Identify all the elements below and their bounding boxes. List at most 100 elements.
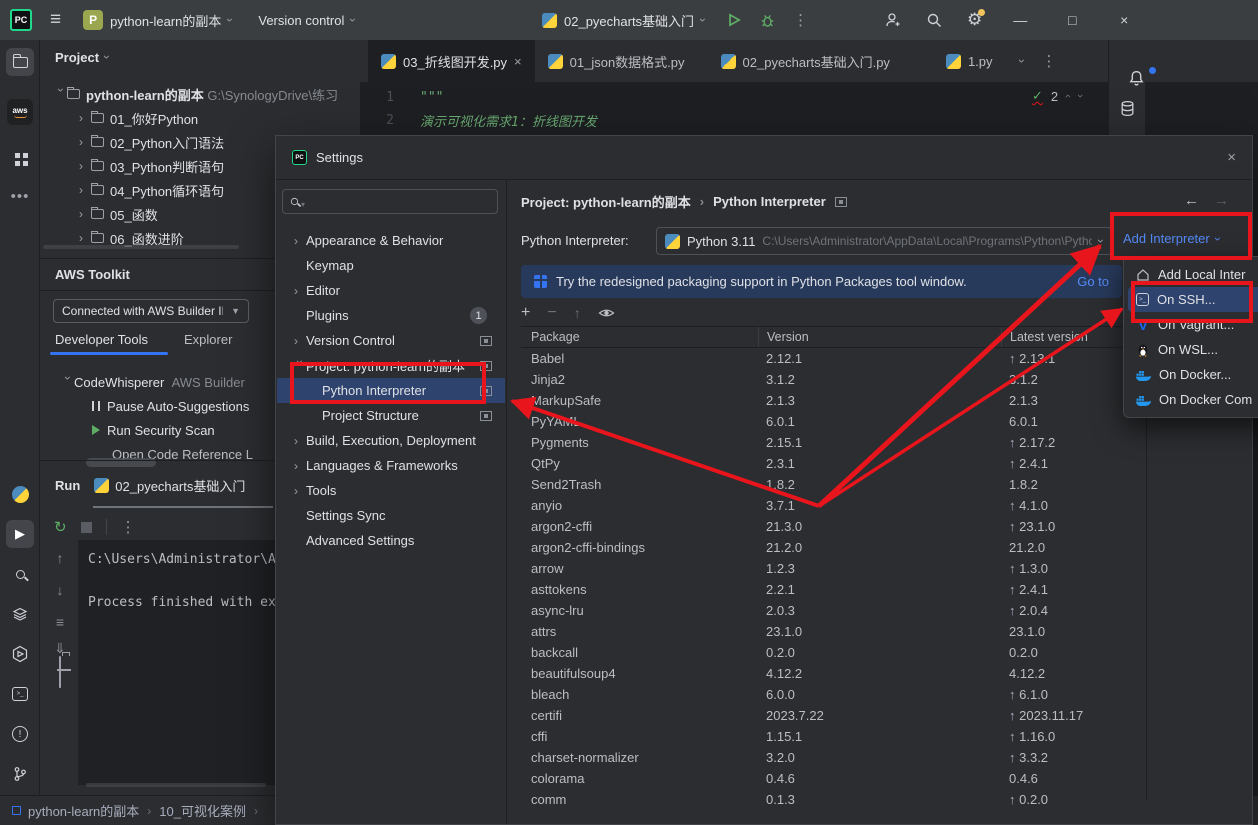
add-user-icon[interactable] (884, 11, 902, 29)
nav-project-structure[interactable]: ›Project Structure (277, 403, 505, 428)
close-tab-icon[interactable]: × (514, 54, 522, 69)
prev-problem-icon[interactable]: › (1062, 94, 1074, 98)
upgrade-package-icon[interactable]: ↑ (574, 305, 581, 321)
nav-languages[interactable]: ›Languages & Frameworks (277, 453, 505, 478)
nav-project[interactable]: ›Project: python-learn的副本 (277, 353, 505, 378)
menu-item-on-vagrant[interactable]: V On Vagrant... (1128, 312, 1258, 337)
add-interpreter-button[interactable]: Add Interpreter › (1123, 231, 1220, 246)
inspections-check-icon[interactable]: ✓ (1032, 88, 1043, 104)
run-button[interactable] (726, 12, 742, 28)
close-button[interactable]: × (1110, 12, 1138, 28)
nav-appearance[interactable]: ›Appearance & Behavior (277, 228, 505, 253)
table-row[interactable]: Jinja2 3.1.2 3.1.2 (521, 369, 1146, 390)
clear-icon[interactable] (48, 672, 72, 687)
table-row[interactable]: backcall 0.2.0 0.2.0 (521, 642, 1146, 663)
menu-item-add-local[interactable]: Add Local Inter (1128, 262, 1258, 287)
run-tab[interactable]: 02_pyecharts基础入门 (94, 476, 245, 495)
table-row[interactable]: colorama 0.4.6 0.4.6 (521, 768, 1146, 789)
rerun-button[interactable]: ↻ (54, 518, 67, 536)
tab-explorer[interactable]: Explorer (184, 332, 232, 347)
settings-search[interactable]: ▾ (282, 189, 498, 214)
dialog-close-icon[interactable]: × (1227, 149, 1236, 166)
editor-tab[interactable]: 02_pyecharts基础入门.py (708, 40, 903, 82)
problems-tool-button[interactable]: ! (6, 720, 34, 748)
tree-root[interactable]: › python-learn的副本 G:\SynologyDrive\练习 (55, 82, 360, 106)
table-row[interactable]: attrs 23.1.0 23.1.0 (521, 621, 1146, 642)
table-row[interactable]: async-lru 2.0.3 2.0.4 (521, 600, 1146, 621)
debug-button[interactable] (759, 12, 776, 29)
table-row[interactable]: asttokens 2.2.1 2.4.1 (521, 579, 1146, 600)
interpreter-combobox[interactable]: Python 3.11 C:\Users\Administrator\AppDa… (656, 227, 1112, 255)
editor-tab[interactable]: 01_json数据格式.py (535, 40, 698, 82)
nav-settings-sync[interactable]: ›Settings Sync (277, 503, 505, 528)
project-tool-button[interactable] (6, 48, 34, 76)
git-tool-button[interactable] (6, 760, 34, 788)
table-row[interactable]: cffi 1.15.1 1.16.0 (521, 726, 1146, 747)
aws-tool-button[interactable]: aws (6, 98, 34, 126)
nav-editor[interactable]: ›Editor (277, 278, 505, 303)
run-config-widget[interactable]: 02_pyecharts基础入门 › ⋮ (542, 0, 808, 40)
horizontal-scrollbar[interactable] (86, 783, 266, 787)
tab-list-icon[interactable]: › (1015, 59, 1029, 63)
next-problem-icon[interactable]: › (1074, 94, 1086, 98)
back-arrow-icon[interactable]: ← (1184, 192, 1199, 209)
table-row[interactable]: bleach 6.0.0 6.1.0 (521, 684, 1146, 705)
table-row[interactable]: Pygments 2.15.1 2.17.2 (521, 432, 1146, 453)
column-version[interactable]: Version (758, 327, 1001, 347)
tree-item[interactable]: › 01_你好Python (79, 106, 360, 130)
profiler-tool-button[interactable] (6, 640, 34, 668)
table-row[interactable]: argon2-cffi-bindings 21.2.0 21.2.0 (521, 537, 1146, 558)
find-tool-button[interactable] (6, 560, 34, 588)
table-row[interactable]: charset-normalizer 3.2.0 3.3.2 (521, 747, 1146, 768)
table-row[interactable]: argon2-cffi 21.3.0 23.1.0 (521, 516, 1146, 537)
breadcrumb-project[interactable]: Project: python-learn的副本 (521, 192, 691, 211)
table-row[interactable]: certifi 2023.7.22 2023.11.17 (521, 705, 1146, 726)
table-row[interactable]: beautifulsoup4 4.12.2 4.12.2 (521, 663, 1146, 684)
menu-item-on-docker[interactable]: On Docker... (1128, 362, 1258, 387)
table-row[interactable]: anyio 3.7.1 4.1.0 (521, 495, 1146, 516)
add-package-icon[interactable]: + (521, 304, 530, 322)
banner-link[interactable]: Go to (1077, 274, 1109, 289)
table-row[interactable]: Send2Trash 1.8.2 1.8.2 (521, 474, 1146, 495)
structure-tool-button[interactable] (6, 144, 34, 172)
stop-button[interactable] (81, 522, 92, 533)
status-crumb[interactable]: 10_可视化案例 (159, 801, 246, 820)
terminal-tool-button[interactable]: >_ (6, 680, 34, 708)
show-early-releases-icon[interactable] (598, 307, 615, 319)
nav-build[interactable]: ›Build, Execution, Deployment (277, 428, 505, 453)
down-arrow-icon[interactable]: ↓ (48, 582, 72, 598)
python-packages-tool-button[interactable] (6, 480, 34, 508)
nav-tools[interactable]: ›Tools (277, 478, 505, 503)
horizontal-scrollbar[interactable] (43, 245, 239, 249)
menu-item-on-wsl[interactable]: On WSL... (1128, 337, 1258, 362)
nav-python-interpreter[interactable]: ›Python Interpreter (277, 378, 505, 403)
up-arrow-icon[interactable]: ↑ (48, 550, 72, 566)
soft-wrap-icon[interactable]: ≡ (48, 614, 72, 630)
nav-plugins[interactable]: ›Plugins1 (277, 303, 505, 328)
services-tool-button[interactable] (6, 600, 34, 628)
settings-gear-icon[interactable]: ⚙ (967, 10, 982, 30)
editor-tab[interactable]: 1.py (933, 40, 1006, 82)
more-actions-icon[interactable]: ⋮ (793, 11, 808, 29)
minimize-button[interactable]: — (1006, 12, 1034, 28)
more-icon[interactable]: ⋮ (121, 518, 136, 536)
aws-connection-dropdown[interactable]: Connected with AWS Builder ID ▼ (53, 299, 249, 323)
table-row[interactable]: arrow 1.2.3 1.3.0 (521, 558, 1146, 579)
table-row[interactable]: PyYAML 6.0.1 6.0.1 (521, 411, 1146, 432)
settings-search-input[interactable] (307, 195, 467, 209)
table-row[interactable]: MarkupSafe 2.1.3 2.1.3 (521, 390, 1146, 411)
run-tool-button[interactable]: ▶ (6, 520, 34, 548)
tab-options-icon[interactable]: ⋮ (1042, 52, 1057, 70)
search-icon[interactable] (926, 12, 943, 29)
table-row[interactable]: Babel 2.12.1 2.13.1 (521, 348, 1146, 369)
project-widget[interactable]: P python-learn的副本 › (83, 10, 232, 30)
tab-developer-tools[interactable]: Developer Tools (55, 332, 148, 347)
maximize-button[interactable]: □ (1058, 12, 1086, 28)
remove-package-icon[interactable]: − (547, 304, 556, 322)
table-row[interactable]: QtPy 2.3.1 2.4.1 (521, 453, 1146, 474)
editor-tab[interactable]: 03_折线图开发.py × (368, 40, 535, 82)
project-panel-header[interactable]: Project › (40, 40, 360, 74)
menu-item-on-ssh[interactable]: >_ On SSH... (1128, 287, 1258, 312)
column-package[interactable]: Package (521, 330, 758, 344)
notifications-button[interactable] (1127, 69, 1154, 91)
